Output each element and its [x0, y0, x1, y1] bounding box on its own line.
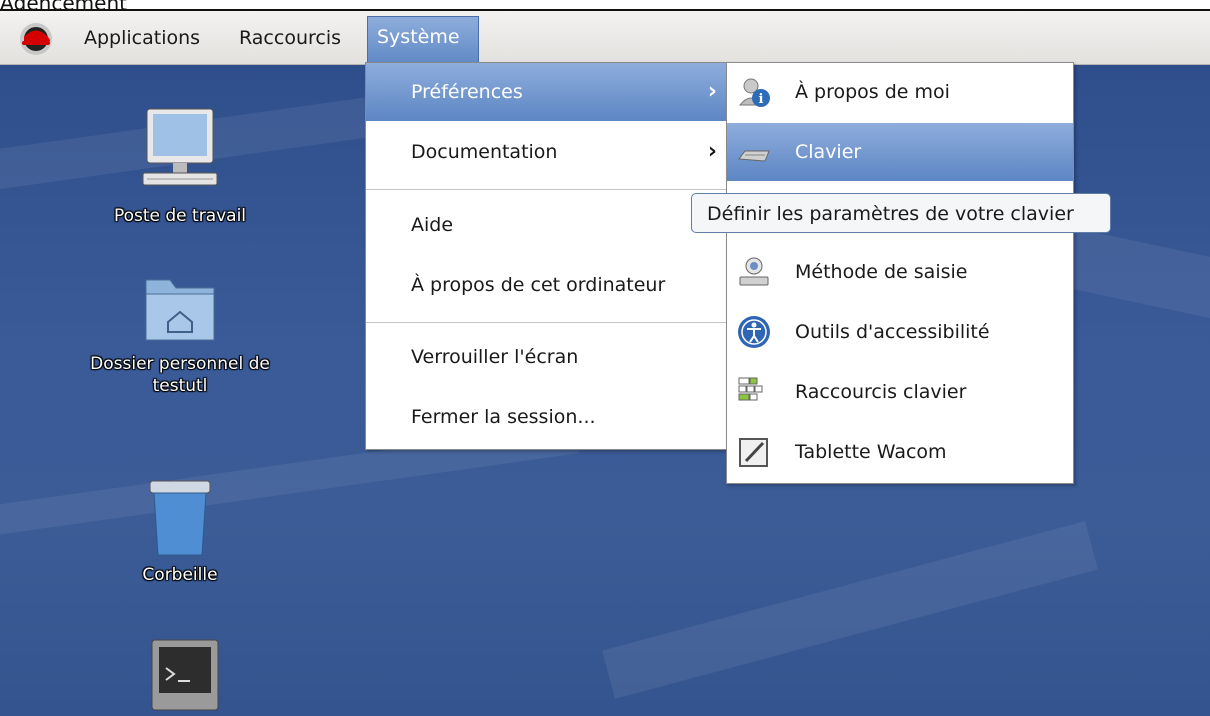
menu-item-lock-screen[interactable]: Verrouiller l'écran [366, 328, 729, 386]
desktop-icon-label: Dossier personnel de [90, 354, 270, 374]
pref-item-label: Méthode de saisie [795, 261, 968, 283]
menu-item-preferences[interactable]: Préférences › [366, 63, 729, 121]
menu-item-label: Préférences [411, 81, 523, 103]
top-panel: Applications Raccourcis Système [0, 11, 1210, 68]
menu-item-about-computer[interactable]: À propos de cet ordinateur [366, 256, 729, 314]
desktop-icon-label: Corbeille [142, 565, 218, 585]
menu-item-logout[interactable]: Fermer la session... [366, 388, 729, 446]
pref-item-about-me[interactable]: i À propos de moi [727, 63, 1073, 121]
redhat-logo-icon[interactable] [18, 22, 54, 56]
desktop-icon-terminal[interactable] [145, 638, 225, 716]
accessibility-icon [738, 316, 770, 348]
keyboard-icon [738, 150, 770, 162]
svg-text:i: i [759, 92, 764, 107]
pref-item-keyboard-shortcuts[interactable]: Raccourcis clavier [727, 363, 1073, 421]
pref-item-label: À propos de moi [795, 81, 950, 103]
menu-separator [366, 189, 729, 190]
menu-item-aide[interactable]: Aide [366, 196, 729, 254]
home-folder-icon [145, 279, 215, 341]
wacom-tablet-icon [739, 438, 768, 467]
pref-item-label: Raccourcis clavier [795, 381, 967, 403]
desktop-icon-computer[interactable]: Poste de travail [95, 105, 265, 227]
pref-item-label: Outils d'accessibilité [795, 321, 990, 343]
pref-item-accessibility[interactable]: Outils d'accessibilité [727, 303, 1073, 361]
pref-item-wacom[interactable]: Tablette Wacom [727, 423, 1073, 481]
system-menu: Préférences › Documentation › Aide À pro… [365, 62, 730, 450]
about-me-icon: i [738, 78, 770, 107]
keyboard-tooltip: Définir les paramètres de votre clavier [691, 193, 1111, 233]
applications-menu[interactable]: Applications [84, 18, 200, 58]
submenu-arrow-icon: › [707, 79, 717, 104]
pref-item-label: Clavier [795, 141, 862, 163]
desktop-icon-label: testutl [152, 376, 208, 396]
menu-separator [366, 322, 729, 323]
input-method-icon [739, 257, 769, 286]
desktop-icon-trash[interactable]: Corbeille [95, 477, 265, 586]
pref-item-input-method[interactable]: Méthode de saisie [727, 243, 1073, 301]
pref-item-label: Tablette Wacom [795, 441, 947, 463]
trash-icon [149, 480, 211, 556]
desktop-icon-home-folder[interactable]: Dossier personnel de testutl [60, 270, 300, 397]
systeme-menu[interactable]: Système [367, 16, 479, 68]
submenu-arrow-icon: › [707, 139, 717, 164]
terminal-icon [151, 639, 219, 711]
desktop-icon-label: Poste de travail [113, 206, 247, 226]
menu-item-label: Documentation [411, 141, 558, 163]
menu-item-documentation[interactable]: Documentation › [366, 123, 729, 181]
computer-icon [142, 108, 218, 186]
keyboard-shortcuts-icon [738, 377, 763, 401]
pref-item-keyboard[interactable]: Clavier [727, 123, 1073, 181]
preferences-submenu: i À propos de moi Clavier Méthode de sai… [726, 62, 1074, 484]
wallpaper-streak [602, 521, 1098, 699]
raccourcis-menu[interactable]: Raccourcis [239, 18, 341, 58]
